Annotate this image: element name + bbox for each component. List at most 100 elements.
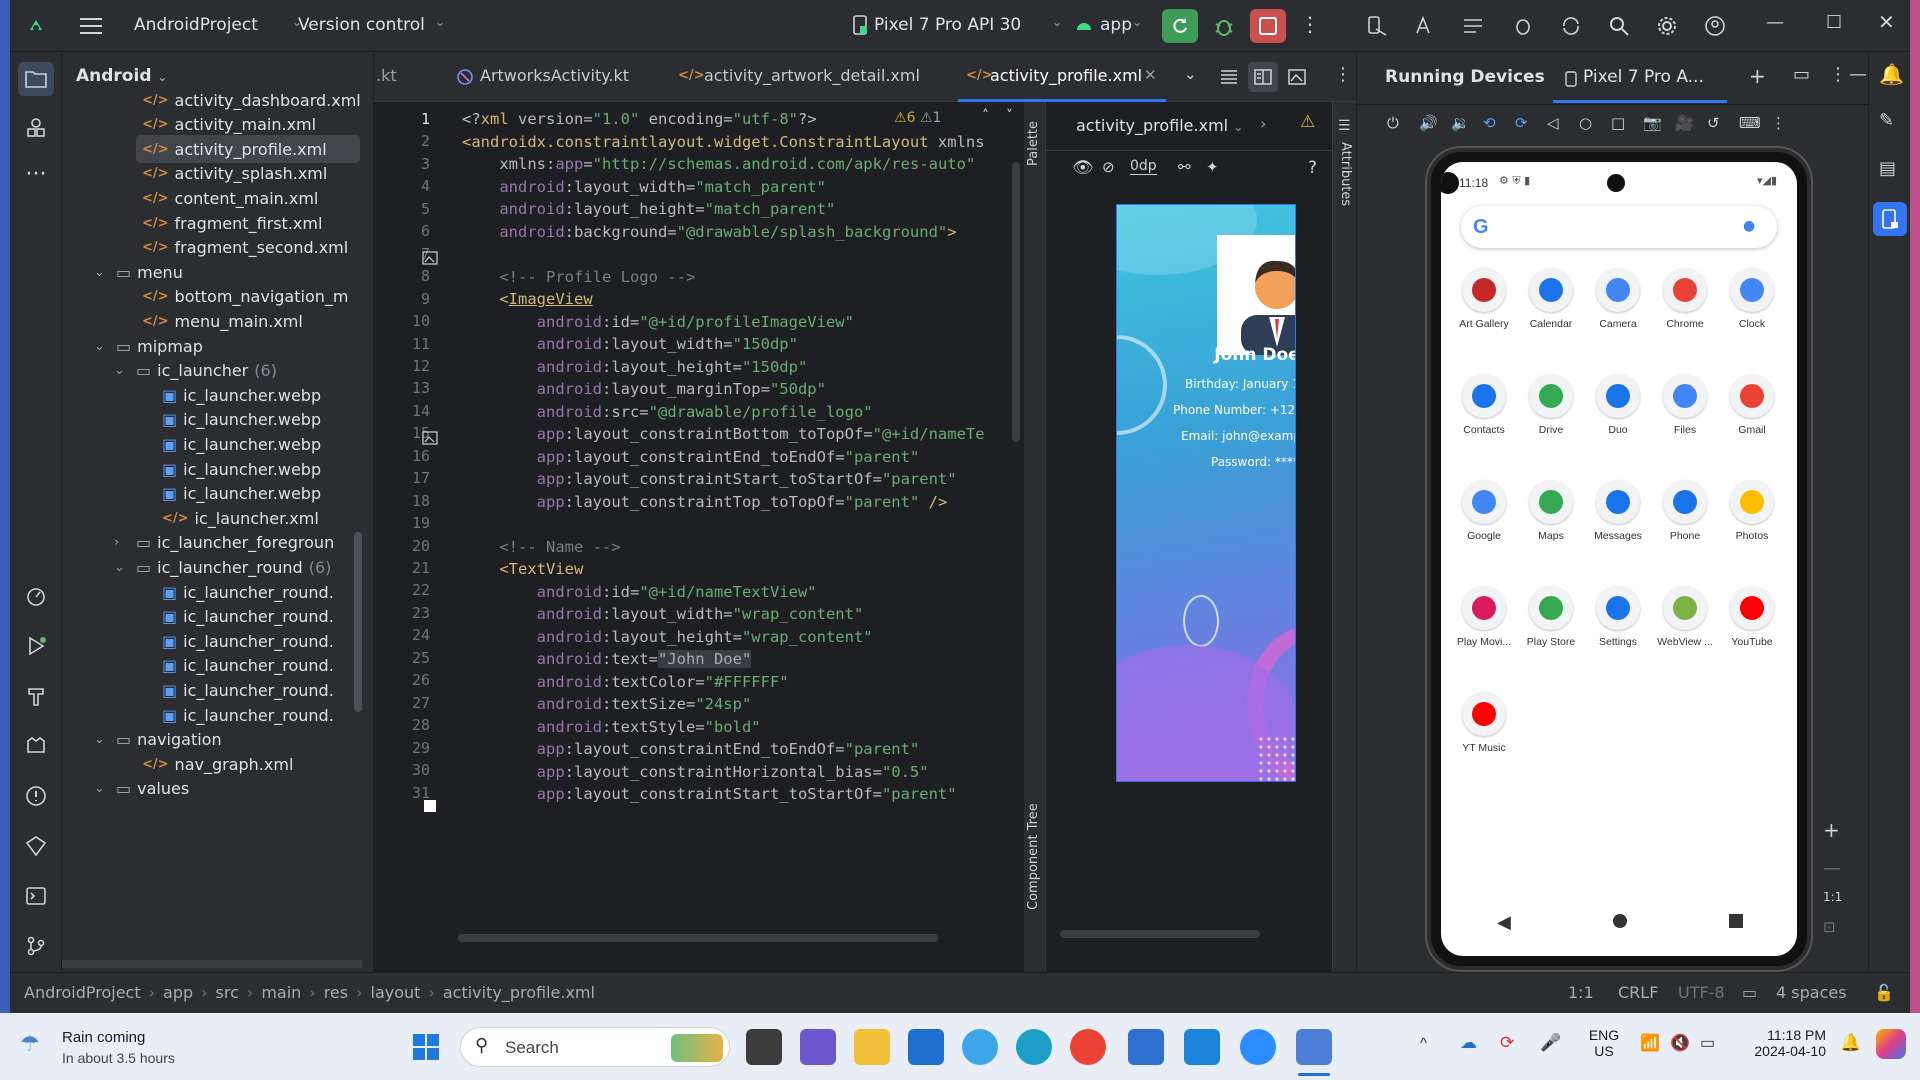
rerun-button[interactable] bbox=[1162, 9, 1198, 43]
app-icon-yt-music[interactable]: YT Music bbox=[1449, 692, 1519, 754]
breadcrumb-item[interactable]: main bbox=[261, 983, 301, 1002]
zoom-actual-size[interactable]: 1:1 bbox=[1823, 890, 1842, 904]
split-view-icon[interactable] bbox=[1248, 62, 1278, 92]
taskbar-search-box[interactable]: ⚲ Search bbox=[460, 1027, 730, 1067]
zoom-fit-icon[interactable]: ⊡ bbox=[1823, 918, 1836, 936]
app-icon-duo[interactable]: Duo bbox=[1583, 374, 1653, 436]
more-icon[interactable]: ⋮ bbox=[1829, 64, 1847, 85]
keyboard-icon[interactable]: ⌨ bbox=[1739, 114, 1761, 132]
language-indicator[interactable]: ENG US bbox=[1584, 1027, 1624, 1059]
previous-highlight-icon[interactable]: ˄ bbox=[982, 108, 989, 124]
next-highlight-icon[interactable]: ˅ bbox=[1006, 108, 1013, 124]
app-icon-drive[interactable]: Drive bbox=[1516, 374, 1586, 436]
teams-icon[interactable] bbox=[800, 1029, 836, 1065]
project-folder-icon[interactable] bbox=[18, 62, 54, 96]
component-tree-tab[interactable]: Component Tree bbox=[1026, 803, 1041, 910]
preview-scrollbar[interactable] bbox=[1060, 930, 1260, 938]
chevron-down-icon[interactable]: ⌄ bbox=[94, 265, 105, 280]
sync-icon[interactable] bbox=[1558, 13, 1584, 39]
lock-icon[interactable]: 🔓 bbox=[1874, 983, 1894, 1002]
indent-setting[interactable]: 4 spaces bbox=[1776, 983, 1847, 1002]
line-separator[interactable]: CRLF bbox=[1618, 983, 1658, 1002]
breadcrumb-item[interactable]: src bbox=[216, 983, 239, 1002]
app-icon-youtube[interactable]: YouTube bbox=[1717, 586, 1787, 648]
assistant-icon[interactable]: ● bbox=[1743, 218, 1755, 234]
microphone-icon[interactable]: 🎤 bbox=[1540, 1033, 1561, 1053]
app-icon-maps[interactable]: Maps bbox=[1516, 480, 1586, 542]
vcs-menu[interactable]: Version control bbox=[298, 15, 425, 35]
more-icon[interactable]: ⋮ bbox=[1334, 64, 1352, 85]
breadcrumb-item[interactable]: layout bbox=[371, 983, 421, 1002]
main-menu-icon[interactable] bbox=[78, 13, 104, 39]
zoom-out-icon[interactable]: — bbox=[1823, 858, 1841, 879]
app-icon-contacts[interactable]: Contacts bbox=[1449, 374, 1519, 436]
device-selector[interactable]: Pixel 7 Pro API 30 bbox=[874, 15, 1021, 35]
palette-tab[interactable]: Palette bbox=[1026, 121, 1041, 166]
account-icon[interactable] bbox=[1702, 13, 1728, 39]
terminal-icon[interactable] bbox=[22, 882, 50, 910]
close-tab-icon[interactable]: ✕ bbox=[1144, 66, 1157, 84]
chevron-right-icon[interactable]: › bbox=[114, 535, 119, 550]
chevron-down-icon[interactable]: ⌄ bbox=[114, 363, 125, 378]
breadcrumb-item[interactable]: AndroidProject bbox=[24, 983, 141, 1002]
android-studio-taskbar-icon[interactable] bbox=[1296, 1029, 1332, 1065]
chevron-down-icon[interactable]: ⌄ bbox=[94, 781, 105, 796]
zoom-app-icon[interactable] bbox=[1240, 1029, 1276, 1065]
emulator-screen[interactable]: 11:18 ⚙ ⛨ ▮ ▾◢▮ G ● Art Gallery Calendar C… bbox=[1441, 162, 1797, 956]
chevron-down-icon[interactable]: ⌄ bbox=[94, 339, 105, 354]
home-icon[interactable]: ○ bbox=[1579, 114, 1592, 132]
checklist-icon[interactable] bbox=[1460, 13, 1486, 39]
copilot-icon[interactable] bbox=[1876, 1029, 1906, 1059]
battery-icon[interactable]: ▭ bbox=[1700, 1033, 1715, 1053]
warning-count[interactable]: ⚠6 ⚠1 bbox=[894, 110, 941, 126]
notepad-icon[interactable] bbox=[1128, 1029, 1164, 1065]
minimize-icon[interactable]: — bbox=[1766, 12, 1784, 33]
file-explorer-icon[interactable] bbox=[854, 1029, 890, 1065]
chevron-right-icon[interactable]: › bbox=[1260, 114, 1266, 133]
design-file-selector[interactable]: activity_profile.xml ⌄ bbox=[1076, 116, 1243, 135]
app-icon-files[interactable]: Files bbox=[1650, 374, 1720, 436]
editor-scrollbar[interactable] bbox=[1012, 162, 1020, 442]
infer-constraints-icon[interactable]: ✦ bbox=[1206, 158, 1219, 176]
chrome-icon[interactable] bbox=[1070, 1029, 1106, 1065]
overview-icon[interactable]: □ bbox=[1611, 114, 1625, 132]
reset-icon[interactable]: ↺ bbox=[1707, 114, 1720, 132]
code-view-icon[interactable] bbox=[1218, 66, 1240, 88]
windows-start-icon[interactable] bbox=[410, 1031, 442, 1063]
layout-icon[interactable]: ▭ bbox=[1793, 64, 1810, 85]
project-selector[interactable]: AndroidProject bbox=[134, 15, 258, 35]
screenshot-icon[interactable]: 📷 bbox=[1643, 114, 1662, 132]
layout-preview-canvas[interactable]: John Doe Birthday: January 1, 1 Phone Nu… bbox=[1116, 204, 1296, 782]
google-search-bar[interactable]: G ● bbox=[1461, 206, 1777, 248]
resource-manager-icon[interactable] bbox=[22, 114, 50, 142]
app-icon-photos[interactable]: Photos bbox=[1717, 480, 1787, 542]
maximize-icon[interactable]: ☐ bbox=[1826, 12, 1842, 33]
default-margin-selector[interactable]: 0dp bbox=[1130, 158, 1157, 175]
rotate-right-icon[interactable]: ⟳ bbox=[1515, 114, 1528, 132]
device-manager-icon[interactable] bbox=[1364, 13, 1390, 39]
logcat-icon[interactable] bbox=[22, 732, 50, 760]
onedrive-icon[interactable]: ☁ bbox=[1460, 1033, 1477, 1053]
clock[interactable]: 11:18 PM 2024-04-10 bbox=[1736, 1027, 1826, 1059]
attributes-tab[interactable]: Attributes bbox=[1338, 142, 1353, 206]
settings-gear-icon[interactable] bbox=[1654, 13, 1680, 39]
weather-title[interactable]: Rain coming bbox=[62, 1029, 145, 1046]
running-devices-toggle-icon[interactable] bbox=[1873, 202, 1907, 236]
app-quality-icon[interactable] bbox=[22, 832, 50, 860]
close-icon[interactable]: ✕ bbox=[1878, 10, 1895, 34]
project-view-selector[interactable]: Android ⌄ bbox=[76, 66, 167, 86]
tab-kt[interactable]: .kt bbox=[376, 66, 397, 85]
eye-icon[interactable]: 👁 bbox=[1072, 158, 1094, 178]
memory-icon[interactable]: ▭ bbox=[1742, 983, 1757, 1002]
volume-up-icon[interactable]: 🔊 bbox=[1419, 114, 1438, 132]
volume-icon[interactable]: 🔇 bbox=[1670, 1033, 1690, 1053]
app-icon-play-movi[interactable]: Play Movi... bbox=[1449, 586, 1519, 648]
chevron-down-icon[interactable]: ⌄ bbox=[1184, 65, 1197, 83]
gemini-icon[interactable]: ✎ bbox=[1879, 110, 1894, 131]
warning-icon[interactable]: ⚠ bbox=[1300, 112, 1315, 132]
notifications-bell-icon[interactable]: 🔔 bbox=[1879, 62, 1904, 86]
app-icon-google[interactable]: Google bbox=[1449, 480, 1519, 542]
run-config-selector[interactable]: app bbox=[1100, 15, 1132, 35]
security-icon[interactable]: ⟳ bbox=[1500, 1033, 1514, 1053]
app-icon-messages[interactable]: Messages bbox=[1583, 480, 1653, 542]
